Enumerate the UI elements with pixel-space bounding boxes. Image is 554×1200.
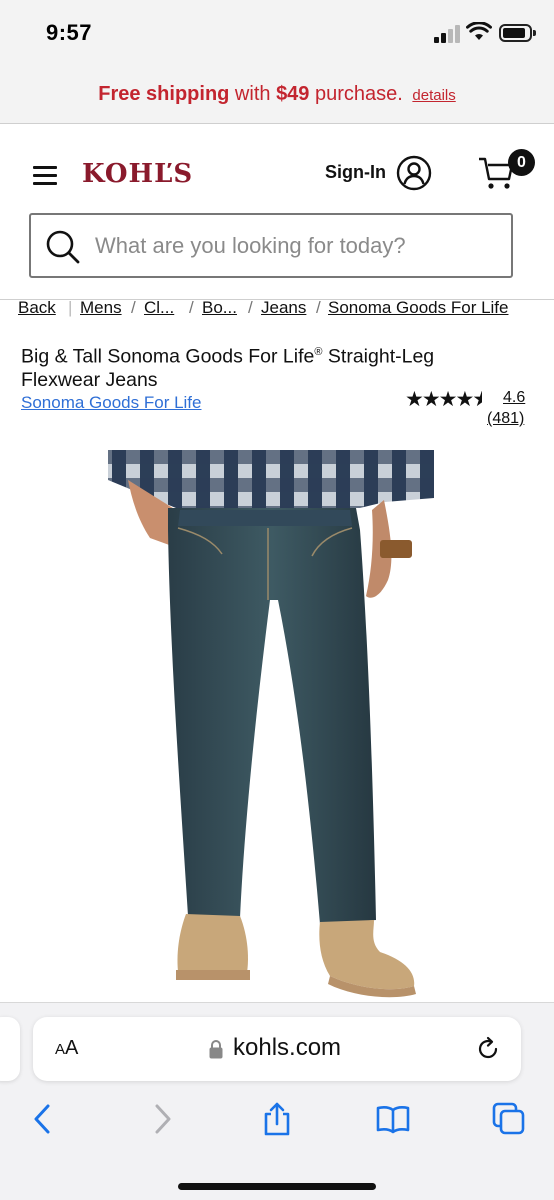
lock-icon [209,1040,223,1059]
hamburger-menu-icon[interactable] [33,166,57,186]
address-bar[interactable]: AA kohls.com [33,1017,521,1081]
product-title-part: Big & Tall Sonoma Goods For Life [21,345,315,368]
product-title-part: Straight-Leg [322,345,435,368]
breadcrumb: Back | Mens / Cl... / Bo... / Jeans / So… [18,298,548,324]
breadcrumb-separator: / [316,298,321,317]
home-indicator[interactable] [178,1183,376,1190]
product-title: Big & Tall Sonoma Goods For Life® Straig… [21,341,521,392]
breadcrumb-sonoma[interactable]: Sonoma Goods For Life [328,298,508,318]
review-count[interactable]: (481) [487,410,524,428]
breadcrumb-bottoms[interactable]: Bo... [202,298,237,318]
promo-purchase: purchase. [309,83,403,105]
breadcrumb-divider: | [68,298,73,317]
site-header: KOHĽS Sign-In 0 [0,125,554,301]
promo-banner: Free shipping with $49 purchase. details [0,66,554,124]
browser-toolbar: AA kohls.com [0,1002,554,1200]
breadcrumb-clothing[interactable]: Cl... [144,298,174,318]
kohls-logo[interactable]: KOHĽS [82,159,193,189]
breadcrumb-separator: / [248,298,253,317]
status-bar: 9:57 [0,0,554,66]
cellular-signal-icon [434,25,462,43]
brand-link[interactable]: Sonoma Goods For Life [21,393,201,413]
text-size-button[interactable]: AA [55,1037,78,1060]
status-time: 9:57 [46,20,93,45]
wifi-icon [466,22,492,40]
search-input[interactable] [95,215,505,276]
breadcrumb-jeans[interactable]: Jeans [261,298,306,318]
forward-icon[interactable] [145,1102,179,1136]
share-icon[interactable] [260,1102,294,1136]
bookmarks-icon[interactable] [376,1102,410,1136]
battery-icon [499,24,536,42]
rating-value[interactable]: 4.6 [503,389,525,407]
breadcrumb-separator: / [131,298,136,317]
cart-count-badge[interactable]: 0 [508,149,535,176]
promo-details-link[interactable]: details [412,87,455,104]
search-box[interactable] [29,213,513,278]
star-rating-icon[interactable]: ★★★★★ [405,387,482,412]
page: 9:57 Free shipping with $49 purchase. de… [0,0,554,1200]
search-icon[interactable] [45,229,81,265]
previous-tab-edge[interactable] [0,1017,20,1081]
back-icon[interactable] [26,1102,60,1136]
promo-free-shipping: Free shipping [98,83,230,105]
url-text[interactable]: kohls.com [233,1034,341,1062]
product-title-line2: Flexwear Jeans [21,368,158,391]
promo-amount: $49 [276,83,310,105]
breadcrumb-back[interactable]: Back [18,298,56,318]
reload-icon[interactable] [475,1036,501,1062]
breadcrumb-mens[interactable]: Mens [80,298,122,318]
product-image[interactable] [0,450,554,1002]
account-icon[interactable] [396,155,432,191]
jeans-photo [108,450,434,998]
promo-with: with [229,83,277,105]
sign-in-link[interactable]: Sign-In [325,162,386,183]
breadcrumb-separator: / [189,298,194,317]
registered-mark: ® [314,346,323,358]
tabs-icon[interactable] [492,1102,526,1136]
